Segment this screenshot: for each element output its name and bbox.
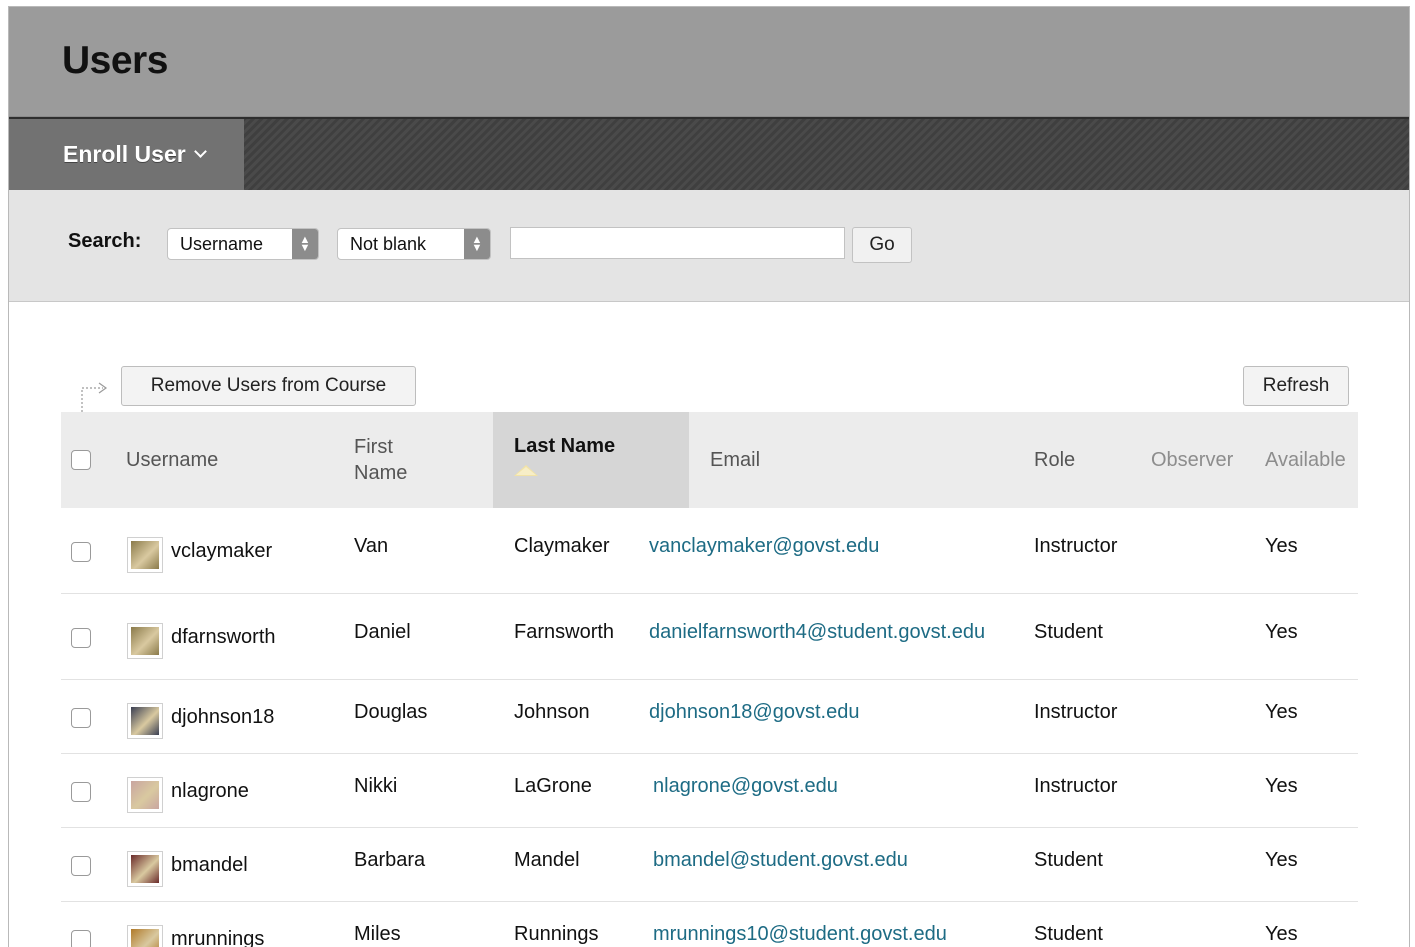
search-label: Search: <box>68 230 142 252</box>
cell-first-name: Van <box>354 535 389 557</box>
cell-username: bmandel <box>171 854 248 876</box>
bulk-action-arrow-icon <box>81 382 108 412</box>
search-bar: Search: Username ▲ ▼ Not blank ▲ ▼ Go <box>9 190 1409 302</box>
cell-available: Yes <box>1265 621 1298 643</box>
column-last-name-label: Last Name <box>514 435 616 457</box>
cell-role: Instructor <box>1034 775 1118 797</box>
cell-email-link[interactable]: vanclaymaker@govst.edu <box>649 535 879 558</box>
cell-role: Instructor <box>1034 535 1118 557</box>
cell-email-link[interactable]: nlagrone@govst.edu <box>653 775 838 798</box>
select-arrows-icon: ▲ ▼ <box>464 229 490 259</box>
column-first-name-line1: First <box>354 436 393 458</box>
table-row: mrunnings Miles Runnings mrunnings10@studen… <box>61 902 1358 947</box>
table-row: djohnson18 Douglas Johnson djohnson18@govst… <box>61 680 1358 754</box>
table-row: bmandel Barbara Mandel bmandel@student.govs… <box>61 828 1358 902</box>
cell-available: Yes <box>1265 701 1298 723</box>
cell-role: Student <box>1034 621 1103 643</box>
avatar-image <box>131 781 159 809</box>
cell-first-name: Daniel <box>354 621 411 643</box>
chevron-down-icon <box>193 145 207 158</box>
avatar-image <box>131 627 159 655</box>
cell-available: Yes <box>1265 775 1298 797</box>
column-username[interactable]: Username <box>126 412 218 508</box>
search-input[interactable] <box>510 227 845 259</box>
select-all-checkbox[interactable] <box>71 450 91 470</box>
avatar <box>127 703 163 739</box>
row-checkbox[interactable] <box>71 782 91 802</box>
avatar-image <box>131 707 159 735</box>
select-all-cell <box>71 412 91 508</box>
cell-email-link[interactable]: djohnson18@govst.edu <box>649 701 859 724</box>
search-field-value: Username <box>180 234 264 254</box>
cell-available: Yes <box>1265 535 1298 557</box>
column-first-name-line2: Name <box>354 462 408 484</box>
sort-ascending-icon <box>514 465 538 476</box>
cell-last-name: Farnsworth <box>514 621 615 643</box>
page-title: Users <box>62 39 168 82</box>
cell-email-link[interactable]: mrunnings10@student.govst.edu <box>653 923 947 946</box>
avatar-image <box>131 929 159 947</box>
cell-last-name: Runnings <box>514 923 599 945</box>
cell-first-name: Douglas <box>354 701 428 723</box>
table-row: dfarnsworth Daniel Farnsworth danielfarnswo… <box>61 594 1358 680</box>
cell-role: Instructor <box>1034 701 1118 723</box>
cell-available: Yes <box>1265 849 1298 871</box>
row-checkbox[interactable] <box>71 628 91 648</box>
cell-last-name: Mandel <box>514 849 580 871</box>
cell-email-link[interactable]: danielfarnsworth4@student.govst.edu <box>649 621 985 644</box>
cell-first-name: Miles <box>354 923 401 945</box>
title-bar: Users <box>9 7 1409 117</box>
cell-username: dfarnsworth <box>171 626 276 648</box>
cell-last-name: LaGrone <box>514 775 592 797</box>
column-observer: Observer <box>1151 449 1234 471</box>
row-checkbox[interactable] <box>71 930 91 947</box>
cell-first-name: Barbara <box>354 849 426 871</box>
table-header: Username First Name Last Name Email Role… <box>61 412 1358 508</box>
column-available[interactable]: Available <box>1265 412 1346 508</box>
table-body: vclaymaker Van Claymaker vanclaymaker@govst… <box>61 508 1358 947</box>
table-row: nlagrone Nikki LaGrone nlagrone@govst.edu In… <box>61 754 1358 828</box>
cell-last-name: Johnson <box>514 701 590 723</box>
column-first-name[interactable]: First Name <box>354 412 407 508</box>
cell-username: mrunnings <box>171 928 265 947</box>
search-operator-select[interactable]: Not blank ▲ ▼ <box>337 228 491 260</box>
avatar-image <box>131 541 159 569</box>
column-last-name[interactable]: Last Name <box>493 412 689 508</box>
cell-username: nlagrone <box>171 780 249 802</box>
action-bar: Enroll User <box>9 117 1409 190</box>
cell-last-name: Claymaker <box>514 535 610 557</box>
enroll-user-label: Enroll User <box>63 141 186 167</box>
avatar <box>127 925 163 947</box>
cell-available: Yes <box>1265 923 1298 945</box>
cell-role: Student <box>1034 849 1103 871</box>
go-button[interactable]: Go <box>852 227 912 263</box>
avatar <box>127 851 163 887</box>
row-checkbox[interactable] <box>71 856 91 876</box>
column-email[interactable]: Email <box>710 412 760 508</box>
enroll-user-button[interactable]: Enroll User <box>9 119 244 190</box>
avatar-image <box>131 855 159 883</box>
column-role[interactable]: Role <box>1034 412 1075 508</box>
users-table: Username First Name Last Name Email Role… <box>61 412 1358 947</box>
cell-username: vclaymaker <box>171 540 273 562</box>
cell-role: Student <box>1034 923 1103 945</box>
table-row: vclaymaker Van Claymaker vanclaymaker@govst… <box>61 508 1358 594</box>
search-field-select[interactable]: Username ▲ ▼ <box>167 228 319 260</box>
refresh-button[interactable]: Refresh <box>1243 366 1349 406</box>
users-panel: Users Enroll User Search: Username ▲ ▼ No… <box>8 6 1410 947</box>
cell-email-link[interactable]: bmandel@student.govst.edu <box>653 849 908 872</box>
remove-users-button[interactable]: Remove Users from Course <box>121 366 416 406</box>
row-checkbox[interactable] <box>71 708 91 728</box>
search-operator-value: Not blank <box>350 234 427 254</box>
avatar <box>127 623 163 659</box>
select-arrows-icon: ▲ ▼ <box>292 229 318 259</box>
avatar <box>127 537 163 573</box>
avatar <box>127 777 163 813</box>
cell-username: djohnson18 <box>171 706 275 728</box>
row-checkbox[interactable] <box>71 542 91 562</box>
cell-first-name: Nikki <box>354 775 398 797</box>
